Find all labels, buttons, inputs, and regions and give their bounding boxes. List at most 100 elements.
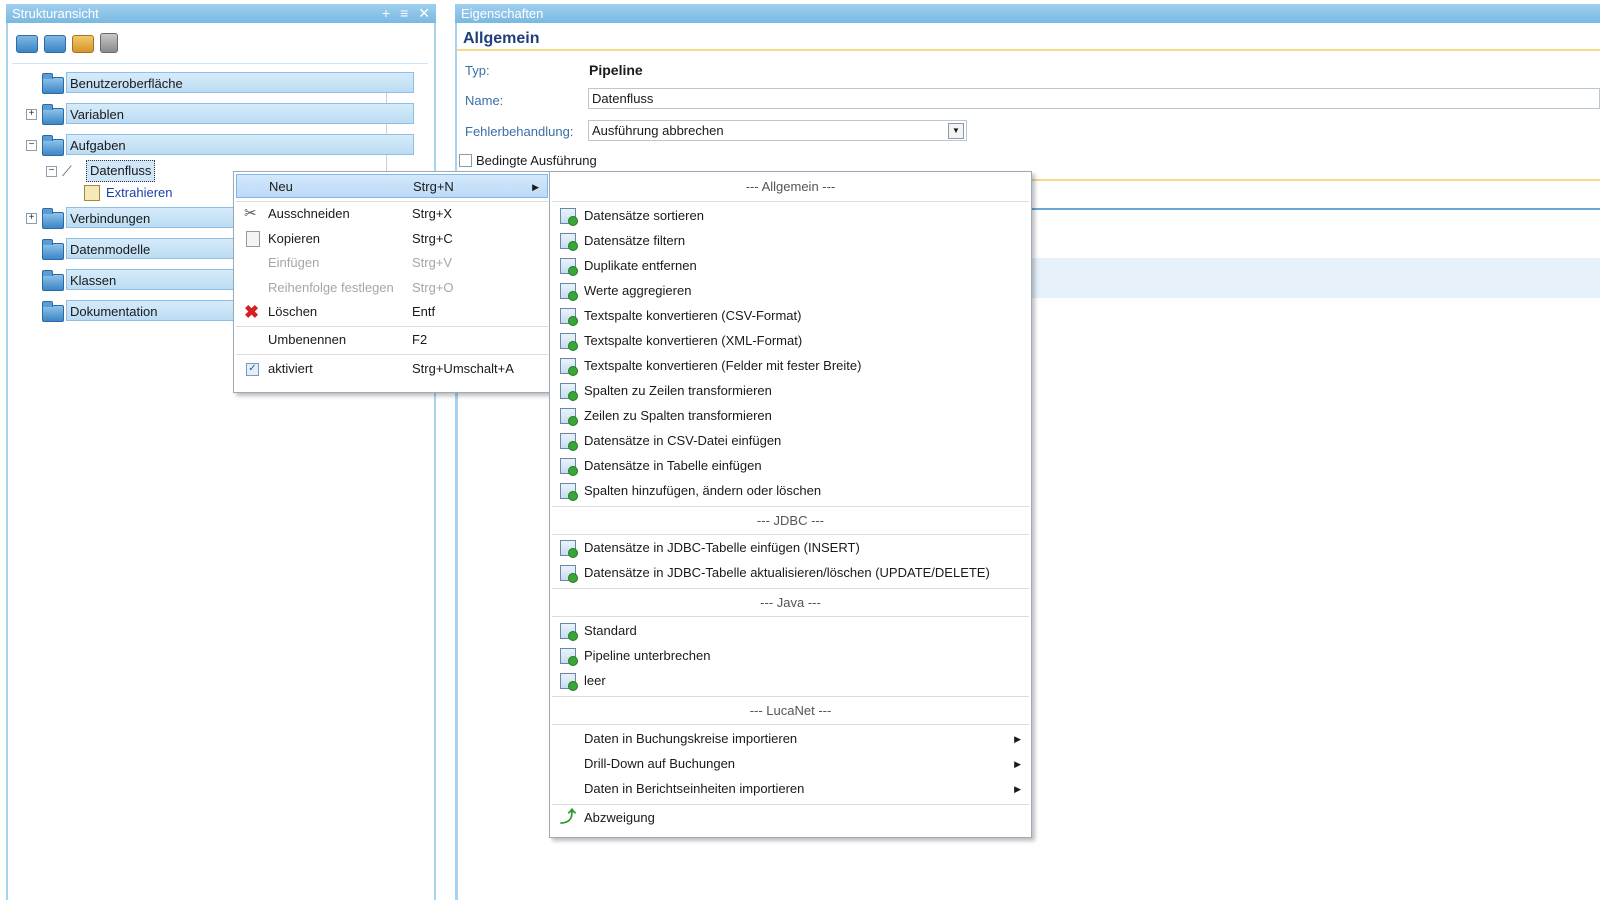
- submenu-item[interactable]: Drill-Down auf Buchungen ▶: [552, 752, 1029, 776]
- submenu-item[interactable]: Zeilen zu Spalten transformieren: [552, 404, 1029, 428]
- chevron-down-icon[interactable]: ▼: [948, 123, 964, 139]
- convert-icon: [560, 358, 578, 376]
- close-icon[interactable]: ✕: [418, 4, 430, 23]
- jdbc-table-icon: [560, 540, 578, 558]
- name-field[interactable]: Datenfluss: [588, 88, 1600, 109]
- menu-item-label: Einfügen: [268, 255, 320, 270]
- submenu-item-label: Zeilen zu Spalten transformieren: [584, 408, 772, 423]
- submenu-item[interactable]: Standard: [552, 619, 1029, 643]
- aggregate-icon: [560, 283, 578, 301]
- pipeline-icon: ⟋: [62, 163, 72, 179]
- menu-separator: [552, 201, 1029, 202]
- folder-icon: [42, 301, 64, 322]
- menu-item-label: Löschen: [268, 304, 318, 319]
- bedingte-ausfuehrung-checkbox[interactable]: [459, 154, 472, 167]
- expand-icon[interactable]: +: [26, 109, 37, 120]
- menu-item-neu[interactable]: Neu Strg+N ▶: [236, 174, 548, 198]
- menu-item-shortcut: Strg+Umschalt+A: [412, 361, 514, 376]
- toolbar-divider: [12, 63, 428, 64]
- submenu-item[interactable]: Datensätze in Tabelle einfügen: [552, 454, 1029, 478]
- left-panel-title-text: Strukturansicht: [12, 6, 99, 21]
- menu-separator: [552, 724, 1029, 725]
- submenu-item[interactable]: Duplikate entfernen: [552, 254, 1029, 278]
- collapse-icon[interactable]: −: [46, 166, 57, 177]
- folder-icon[interactable]: [44, 35, 66, 53]
- submenu-item[interactable]: Daten in Buchungskreise importieren ▶: [552, 727, 1029, 751]
- submenu-item[interactable]: Datensätze sortieren: [552, 204, 1029, 228]
- menu-item-label: Reihenfolge festlegen: [268, 280, 394, 295]
- menu-item-umbenennen[interactable]: Umbenennen F2: [236, 328, 548, 352]
- submenu-item[interactable]: Textspalte konvertieren (Felder mit fest…: [552, 354, 1029, 378]
- bedingte-ausfuehrung-label: Bedingte Ausführung: [476, 153, 597, 168]
- submenu-item-label: Spalten zu Zeilen transformieren: [584, 383, 772, 398]
- tree-item-benutzeroberflaeche[interactable]: Benutzeroberfläche: [66, 72, 414, 93]
- folder-icon: [42, 208, 64, 229]
- menu-item-reihenfolge[interactable]: Reihenfolge festlegen Strg+O: [236, 276, 548, 300]
- submenu-item[interactable]: Datensätze in JDBC-Tabelle einfügen (INS…: [552, 536, 1029, 560]
- folder-icon: [42, 270, 64, 291]
- copy-icon: [246, 231, 260, 247]
- java-icon: [560, 648, 578, 666]
- menu-separator: [552, 616, 1029, 617]
- scissors-icon: ✂: [244, 205, 257, 222]
- submenu-item[interactable]: Spalten zu Zeilen transformieren: [552, 379, 1029, 403]
- submenu-item[interactable]: Datensätze filtern: [552, 229, 1029, 253]
- expand-icon[interactable]: +: [26, 213, 37, 224]
- menu-item-ausschneiden[interactable]: ✂ Ausschneiden Strg+X: [236, 202, 548, 226]
- section-divider: [457, 49, 1600, 51]
- submenu-item[interactable]: Datensätze in JDBC-Tabelle aktualisieren…: [552, 561, 1029, 585]
- property-area: [1010, 258, 1600, 298]
- sort-icon: [560, 208, 578, 226]
- menu-item-einfuegen[interactable]: Einfügen Strg+V: [236, 251, 548, 275]
- table-icon: [560, 458, 578, 476]
- tree-item-extrahieren[interactable]: Extrahieren: [106, 183, 172, 203]
- settings-folder-icon[interactable]: [72, 35, 94, 53]
- menu-separator: [552, 506, 1029, 507]
- submenu-item-label: Pipeline unterbrechen: [584, 648, 711, 663]
- tree-item-variablen[interactable]: Variablen: [66, 103, 414, 124]
- menu-item-kopieren[interactable]: Kopieren Strg+C: [236, 227, 548, 251]
- submenu-item-label: Datensätze in JDBC-Tabelle einfügen (INS…: [584, 540, 860, 555]
- submenu-item[interactable]: Daten in Berichtseinheiten importieren ▶: [552, 777, 1029, 801]
- fehlerbehandlung-select[interactable]: Ausführung abbrechen ▼: [588, 120, 967, 141]
- panel-border: [457, 373, 458, 900]
- new-folder-icon[interactable]: [16, 35, 38, 53]
- structure-panel: Benutzeroberfläche + Variablen − Aufgabe…: [6, 23, 436, 900]
- tree-item-datenfluss[interactable]: Datenfluss: [86, 160, 156, 182]
- submenu-item-abzweigung[interactable]: ⤴ Abzweigung: [552, 806, 1029, 830]
- submenu-item[interactable]: Datensätze in CSV-Datei einfügen: [552, 429, 1029, 453]
- collapse-icon[interactable]: −: [26, 140, 37, 151]
- menu-item-label: Kopieren: [268, 231, 321, 246]
- menu-item-loeschen[interactable]: ✖ Löschen Entf: [236, 300, 548, 324]
- submenu-item-label: Duplikate entfernen: [584, 258, 697, 273]
- submenu-item[interactable]: Textspalte konvertieren (XML-Format): [552, 329, 1029, 353]
- submenu-item-label: Daten in Berichtseinheiten importieren: [584, 781, 805, 796]
- submenu-item[interactable]: leer: [552, 669, 1029, 693]
- section-title: Allgemein: [463, 30, 540, 47]
- submenu-header-java: --- Java ---: [760, 595, 821, 610]
- submenu-header-lucanet: --- LucaNet ---: [749, 703, 832, 718]
- delete-icon: ✖: [244, 302, 260, 322]
- divider: [1010, 208, 1600, 210]
- submenu-item[interactable]: Pipeline unterbrechen: [552, 644, 1029, 668]
- add-icon[interactable]: +: [382, 4, 390, 23]
- menu-item-aktiviert[interactable]: ✓ aktiviert Strg+Umschalt+A: [236, 357, 548, 381]
- tree-item-aufgaben[interactable]: Aufgaben: [66, 134, 414, 155]
- documents-icon[interactable]: [100, 33, 118, 53]
- menu-item-label: Neu: [269, 179, 293, 194]
- left-panel-title: Strukturansicht + ≡ ✕: [6, 4, 436, 23]
- right-panel-title: Eigenschaften: [455, 4, 1600, 23]
- menu-icon[interactable]: ≡: [400, 4, 408, 23]
- fehlerbehandlung-label: Fehlerbehandlung:: [465, 124, 574, 139]
- submenu-item[interactable]: Spalten hinzufügen, ändern oder löschen: [552, 479, 1029, 503]
- submenu-item[interactable]: Werte aggregieren: [552, 279, 1029, 303]
- convert-icon: [560, 333, 578, 351]
- submenu-item-label: Daten in Buchungskreise importieren: [584, 731, 798, 746]
- menu-item-label: Umbenennen: [268, 332, 347, 347]
- menu-separator: [236, 354, 548, 355]
- menu-item-shortcut: Strg+C: [412, 231, 453, 246]
- typ-value: Pipeline: [589, 62, 643, 78]
- filter-icon: [560, 233, 578, 251]
- submenu-item-label: leer: [584, 673, 606, 688]
- submenu-item[interactable]: Textspalte konvertieren (CSV-Format): [552, 304, 1029, 328]
